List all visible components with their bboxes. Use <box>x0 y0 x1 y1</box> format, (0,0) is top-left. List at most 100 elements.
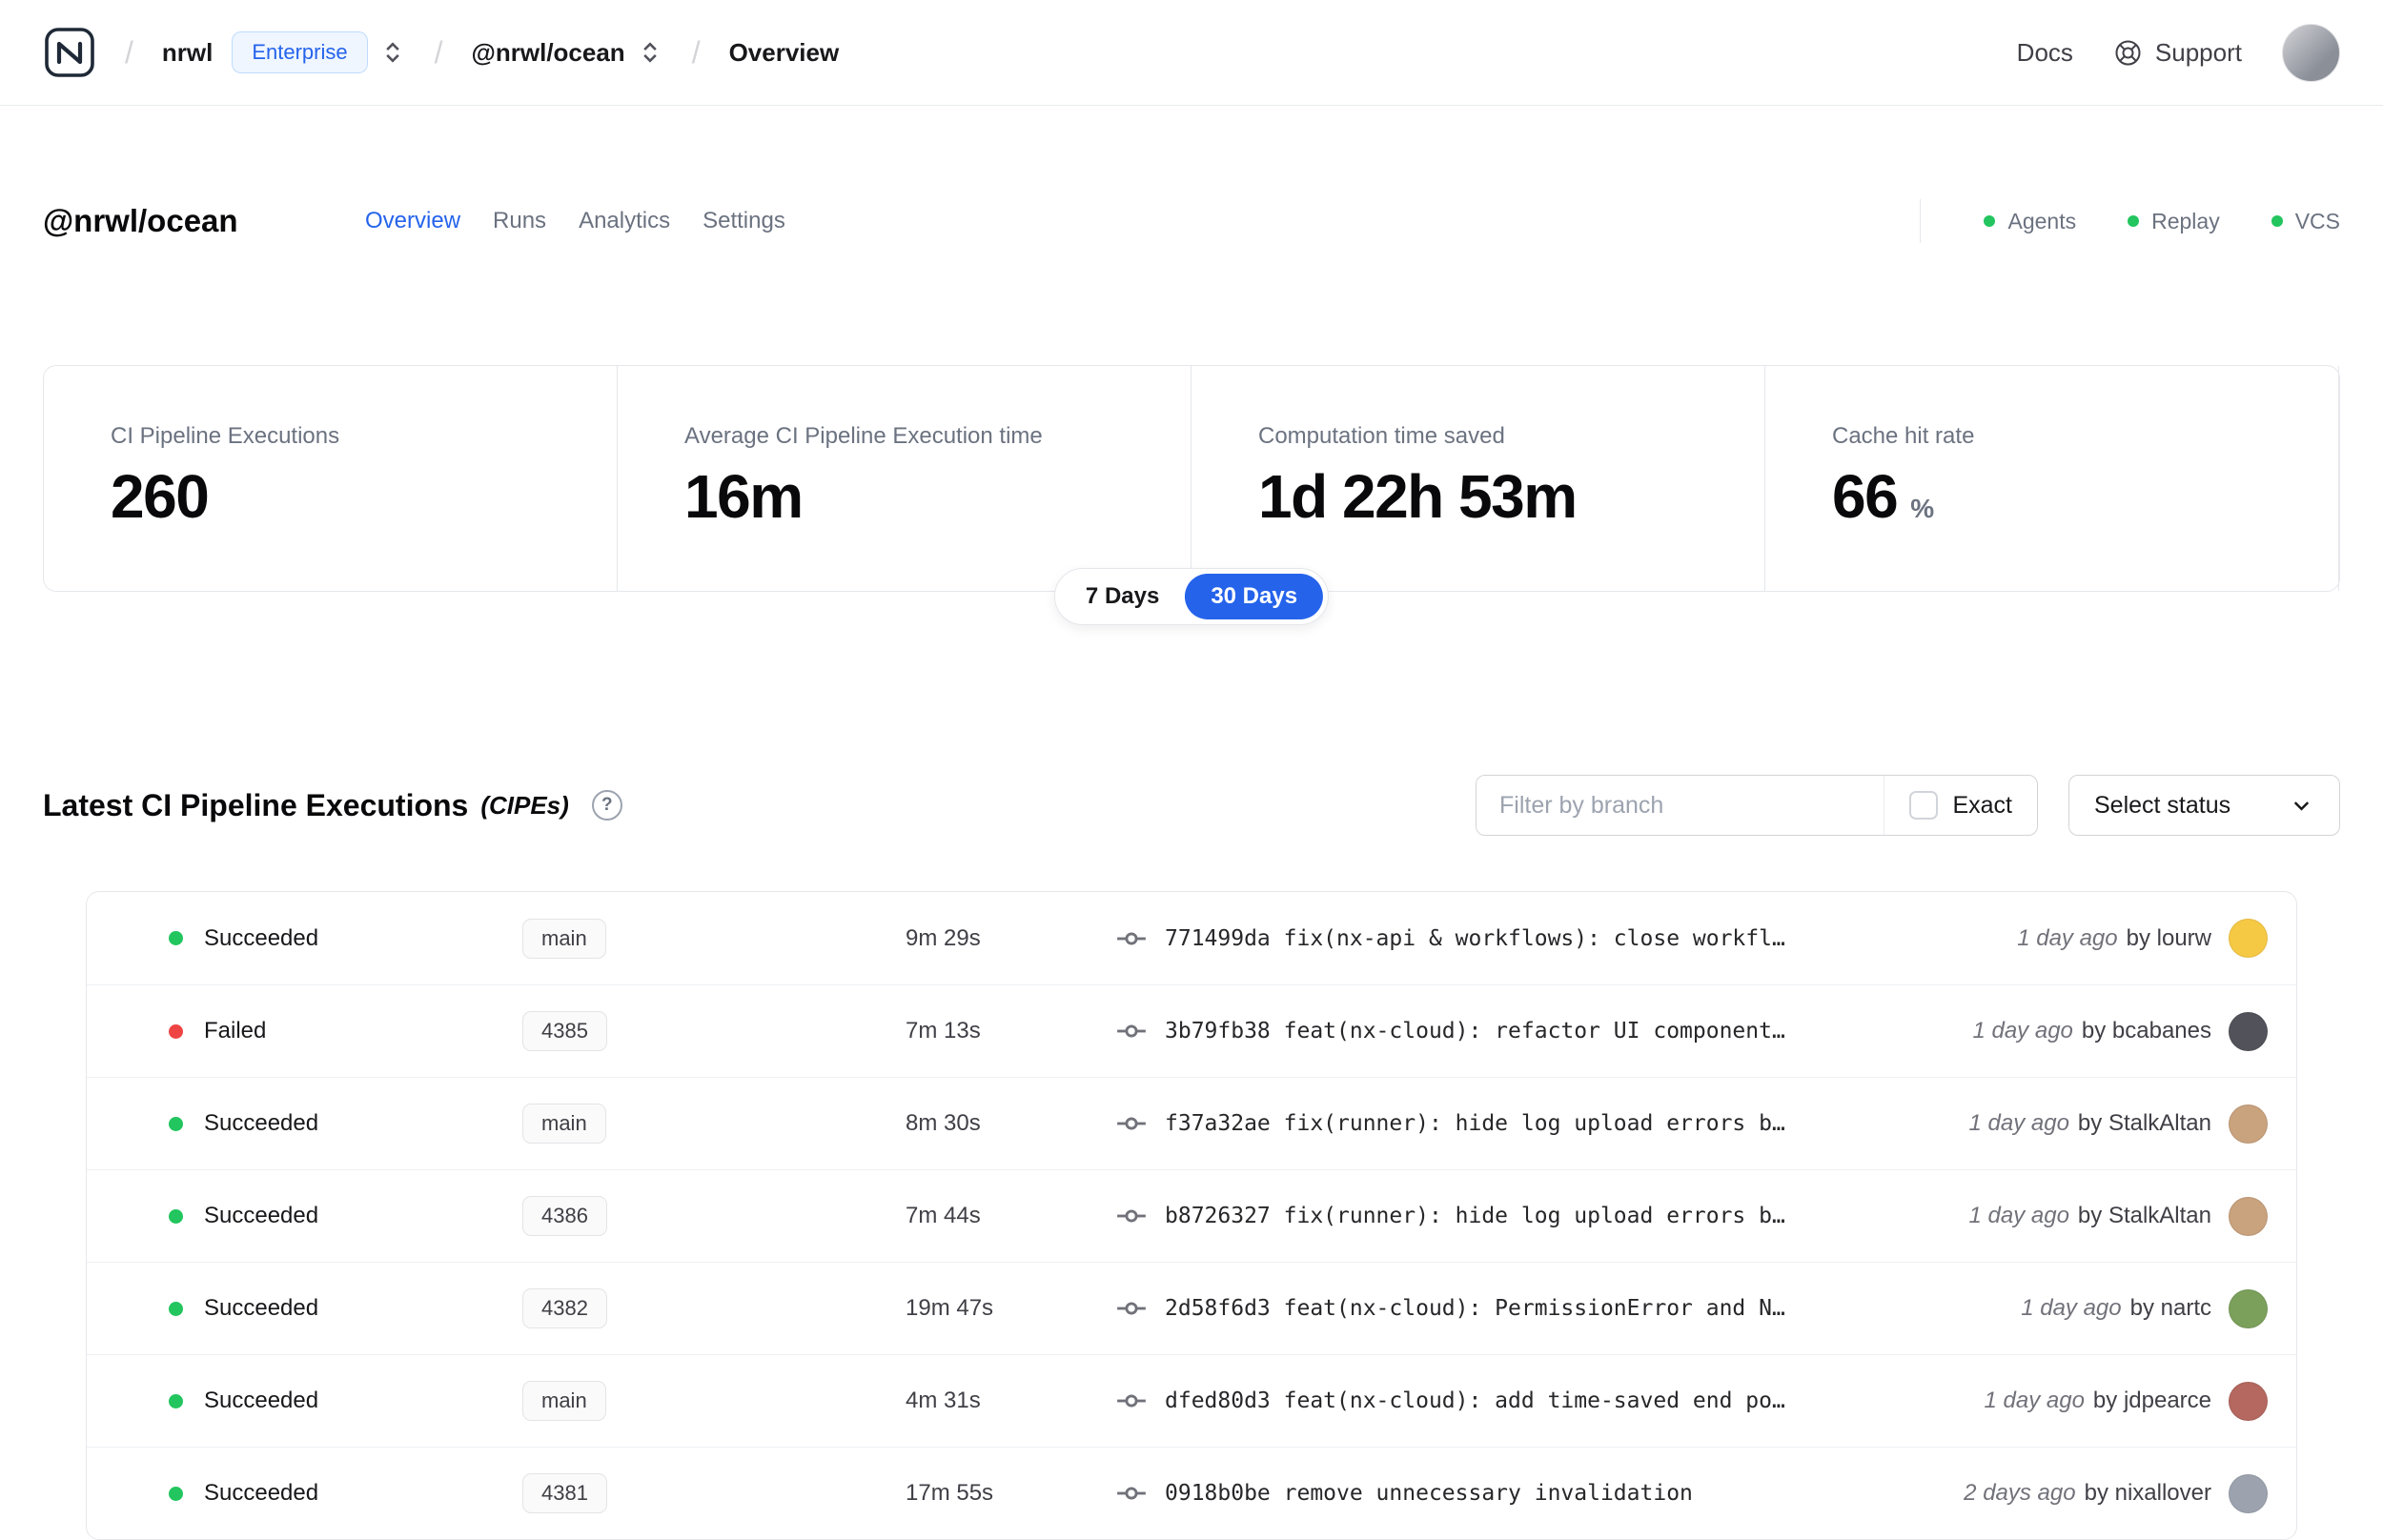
author-avatar <box>2229 1104 2268 1144</box>
section-title-suffix: (CIPEs) <box>480 790 569 820</box>
branch-badge: 4386 <box>522 1196 607 1236</box>
range-30-days-button[interactable]: 30 Days <box>1185 574 1324 619</box>
git-commit-icon <box>1117 1117 1146 1130</box>
stat-cache-hit-rate: Cache hit rate 66% <box>1765 366 2339 591</box>
table-row[interactable]: Succeeded main 8m 30s f37a32ae fix(runne… <box>87 1077 2296 1169</box>
nx-cloud-logo-icon[interactable] <box>43 26 96 79</box>
legend-item-agents[interactable]: Agents <box>1984 209 2076 234</box>
branch-column: 4386 <box>522 1196 906 1236</box>
commit-cell: dfed80d3 feat(nx-cloud): add time-saved … <box>1115 1385 1962 1417</box>
breadcrumb-separator: / <box>434 34 443 70</box>
cipes-header: Latest CI Pipeline Executions (CIPEs) ? … <box>43 775 2340 836</box>
status-label: Succeeded <box>204 924 319 951</box>
branch-column: main <box>522 1104 906 1144</box>
git-commit-icon <box>1117 931 1146 945</box>
user-avatar[interactable] <box>2282 23 2340 82</box>
exact-toggle[interactable]: Exact <box>1884 776 2037 835</box>
author-avatar <box>2229 1381 2268 1421</box>
range-7-days-button[interactable]: 7 Days <box>1060 574 1185 619</box>
commit-message-link[interactable]: f37a32ae fix(runner): hide log upload er… <box>1165 1111 1785 1136</box>
commit-message-link[interactable]: b8726327 fix(runner): hide log upload er… <box>1165 1204 1785 1228</box>
branch-filter-group: Exact <box>1476 775 2038 836</box>
cipes-section: Latest CI Pipeline Executions (CIPEs) ? … <box>43 775 2340 1540</box>
org-name[interactable]: nrwl <box>162 38 213 68</box>
author-label: by StalkAltan <box>2077 1110 2211 1136</box>
branch-badge: 4385 <box>522 1011 607 1051</box>
commit-message-link[interactable]: dfed80d3 feat(nx-cloud): add time-saved … <box>1165 1388 1785 1413</box>
relative-time: 1 day ago <box>1968 1110 2069 1136</box>
workspace-name[interactable]: @nrwl/ocean <box>472 38 625 68</box>
duration-label: 17m 55s <box>906 1480 994 1506</box>
stat-average-execution-time: Average CI Pipeline Execution time 16m <box>618 366 1192 591</box>
tab-settings[interactable]: Settings <box>703 208 785 234</box>
author-label: by StalkAltan <box>2077 1203 2211 1228</box>
branch-badge: main <box>522 918 606 959</box>
top-navbar: / nrwl Enterprise / @nrwl/ocean / Overvi… <box>0 0 2383 106</box>
branch-badge: 4381 <box>522 1473 607 1513</box>
support-link[interactable]: Support <box>2113 38 2242 68</box>
feature-status-legend: Agents Replay VCS <box>1920 199 2340 243</box>
git-commit-icon <box>1117 1024 1146 1038</box>
commit-cell: 3b79fb38 feat(nx-cloud): refactor UI com… <box>1115 1015 1949 1047</box>
git-commit-icon <box>1117 1209 1146 1223</box>
table-row[interactable]: Succeeded main 9m 29s 771499da fix(nx-ap… <box>87 892 2296 984</box>
status-dot <box>169 1023 183 1039</box>
row-meta: 1 day ago by lourw <box>2017 919 2268 958</box>
workspace-selector-icon[interactable] <box>637 39 663 66</box>
duration-label: 19m 47s <box>906 1295 994 1321</box>
status-select-button[interactable]: Select status <box>2068 775 2340 836</box>
exact-checkbox[interactable] <box>1909 791 1939 820</box>
tab-overview[interactable]: Overview <box>365 208 460 234</box>
row-meta: 1 day ago by StalkAltan <box>1968 1196 2268 1236</box>
table-row[interactable]: Succeeded 4381 17m 55s 0918b0be remove u… <box>87 1447 2296 1539</box>
support-icon <box>2115 40 2141 65</box>
relative-time: 1 day ago <box>1968 1203 2069 1228</box>
duration-label: 4m 31s <box>906 1388 981 1413</box>
git-commit-icon <box>1117 1302 1146 1315</box>
breadcrumb-page: Overview <box>728 37 840 67</box>
section-title: Latest CI Pipeline Executions <box>43 787 469 822</box>
commit-message-link[interactable]: 3b79fb38 feat(nx-cloud): refactor UI com… <box>1165 1019 1785 1044</box>
status-dot <box>169 1208 183 1224</box>
tab-analytics[interactable]: Analytics <box>579 208 670 234</box>
author-avatar <box>2229 919 2268 958</box>
commit-message-link[interactable]: 2d58f6d3 feat(nx-cloud): PermissionError… <box>1165 1296 1785 1321</box>
status-label: Succeeded <box>204 1480 319 1506</box>
commit-message-link[interactable]: 0918b0be remove unnecessary invalidation <box>1165 1481 1693 1506</box>
author-label: by lourw <box>2126 924 2211 951</box>
navbar-actions: Docs Support <box>2017 23 2340 82</box>
table-row[interactable]: Failed 4385 7m 13s 3b79fb38 feat(nx-clou… <box>87 984 2296 1077</box>
legend-item-replay[interactable]: Replay <box>2128 209 2220 234</box>
author-label: by nartc <box>2129 1295 2211 1321</box>
org-selector-icon[interactable] <box>379 39 406 66</box>
help-icon[interactable]: ? <box>591 790 622 821</box>
docs-link[interactable]: Docs <box>2017 38 2073 68</box>
page-title: @nrwl/ocean <box>43 203 238 238</box>
table-row[interactable]: Succeeded 4382 19m 47s 2d58f6d3 feat(nx-… <box>87 1262 2296 1354</box>
stat-computation-time-saved: Computation time saved 1d 22h 53m <box>1192 366 1765 591</box>
workspace-header: @nrwl/ocean Overview Runs Analytics Sett… <box>0 106 2383 243</box>
status-dot <box>169 1116 183 1131</box>
git-commit-icon <box>1117 1487 1146 1500</box>
exact-label: Exact <box>1952 791 2012 819</box>
status-dot <box>169 1393 183 1408</box>
cipes-controls: Exact Select status <box>1476 775 2340 836</box>
branch-column: 4381 <box>522 1473 906 1513</box>
table-row[interactable]: Succeeded 4386 7m 44s b8726327 fix(runne… <box>87 1169 2296 1262</box>
commit-message-link[interactable]: 771499da fix(nx-api & workflows): close … <box>1165 926 1785 951</box>
relative-time: 1 day ago <box>2017 924 2118 951</box>
commit-cell: 0918b0be remove unnecessary invalidation <box>1115 1477 1941 1510</box>
breadcrumb-separator: / <box>125 34 133 70</box>
support-label: Support <box>2154 37 2242 67</box>
duration-label: 7m 44s <box>906 1203 981 1228</box>
table-row[interactable]: Succeeded main 4m 31s dfed80d3 feat(nx-c… <box>87 1354 2296 1447</box>
legend-item-vcs[interactable]: VCS <box>2271 209 2340 234</box>
relative-time: 1 day ago <box>1984 1388 2085 1413</box>
author-label: by nixallover <box>2084 1480 2211 1506</box>
branch-filter-input[interactable] <box>1477 776 1884 835</box>
cipe-table: Succeeded main 9m 29s 771499da fix(nx-ap… <box>86 891 2297 1540</box>
author-avatar <box>2229 1011 2268 1051</box>
row-meta: 1 day ago by bcabanes <box>1972 1011 2268 1051</box>
tab-runs[interactable]: Runs <box>493 208 546 234</box>
branch-column: main <box>522 1381 906 1421</box>
